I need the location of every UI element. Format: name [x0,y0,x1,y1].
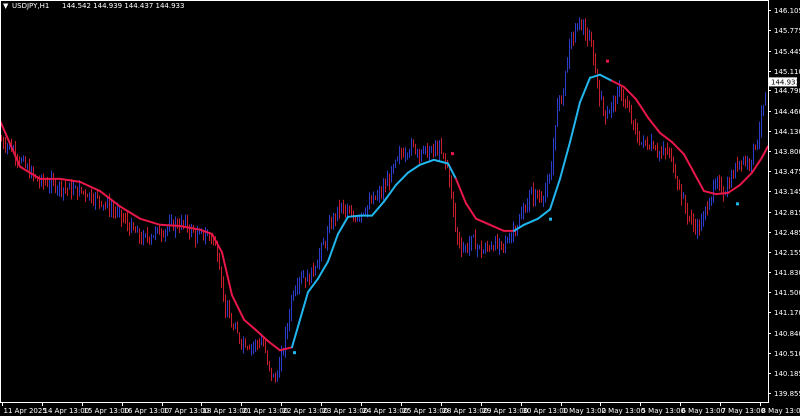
time-tick-label: 14 Apr 13:00 [44,407,90,415]
current-price-label: 144.933 [771,78,800,86]
time-tick-label: 24 Apr 13:00 [363,407,409,415]
time-tick-label: 28 Apr 13:00 [443,407,489,415]
current-price-tag: 144.933 [769,77,800,87]
time-tick-label: 5 May 13:00 [642,407,686,415]
time-tick-label: 30 Apr 13:00 [523,407,569,415]
price-tick-label: 140.840 [774,330,800,338]
price-tick-label: 145.775 [774,27,800,35]
chart-header: ▼ USDJPY,H1 144.542 144.939 144.437 144.… [3,2,184,10]
chart-window[interactable]: 146.105 145.775 145.445 145.110 144.798 144.4… [0,0,800,416]
price-tick-label: 142.815 [774,209,800,217]
price-tick-label: 139.855 [774,390,800,398]
time-tick-label: 15 Apr 13:00 [84,407,130,415]
symbol-label: USDJPY,H1 [12,2,49,10]
ma-segment [715,191,729,196]
symbol-menu-icon[interactable]: ▼ [3,2,9,10]
time-tick-label: 16 Apr 13:00 [124,407,170,415]
price-tick-label: 143.800 [774,148,800,156]
time-tick-label: 22 Apr 13:00 [283,407,329,415]
time-tick-label: 11 Apr 2025 [4,407,47,415]
price-tick-label: 142.485 [774,229,800,237]
price-tick-label: 141.170 [774,309,800,317]
time-tick-label: 29 Apr 13:00 [483,407,529,415]
time-tick-label: 2 May 13:00 [602,407,646,415]
price-tick-label: 145.110 [774,68,800,76]
time-tick-label: 25 Apr 13:00 [403,407,449,415]
price-tick-label: 142.155 [774,249,800,257]
time-tick-label: 1 May 13:00 [563,407,607,415]
ohlc-values: 144.542 144.939 144.437 144.933 [62,2,184,10]
time-tick-label: 7 May 13:00 [722,407,766,415]
time-tick-label: 18 Apr 13:00 [203,407,249,415]
ma-segment [347,214,361,218]
ma-segment [159,223,181,227]
price-tick-label: 143.475 [774,168,800,176]
time-tick-label: 21 Apr 13:00 [243,407,289,415]
price-tick-label: 140.185 [774,370,800,378]
price-tick-label: 144.460 [774,108,800,116]
time-tick-label: 8 May 13:00 [762,407,800,415]
time-tick-label: 6 May 13:00 [682,407,726,415]
time-axis[interactable]: 11 Apr 202514 Apr 13:0015 Apr 13:0016 Ap… [2,403,800,415]
price-tick-label: 143.145 [774,188,800,196]
price-tick-label: 140.510 [774,350,800,358]
price-tick-label: 144.798 [774,87,800,95]
sell-signal-dot [606,59,609,63]
buy-signal-dot [549,217,552,221]
buy-signal-dot [293,351,296,355]
chart-canvas[interactable]: 146.105 145.775 145.445 145.110 144.798 144.4… [0,0,800,416]
price-tick-label: 141.500 [774,289,800,297]
buy-signal-dot [736,202,739,206]
price-tick-label: 141.830 [774,269,800,277]
price-tick-label: 144.130 [774,128,800,136]
sell-signal-dot [451,152,454,156]
price-tick-label: 146.105 [774,7,800,15]
time-tick-label: 23 Apr 13:00 [323,407,369,415]
price-tick-label: 145.445 [774,48,800,56]
